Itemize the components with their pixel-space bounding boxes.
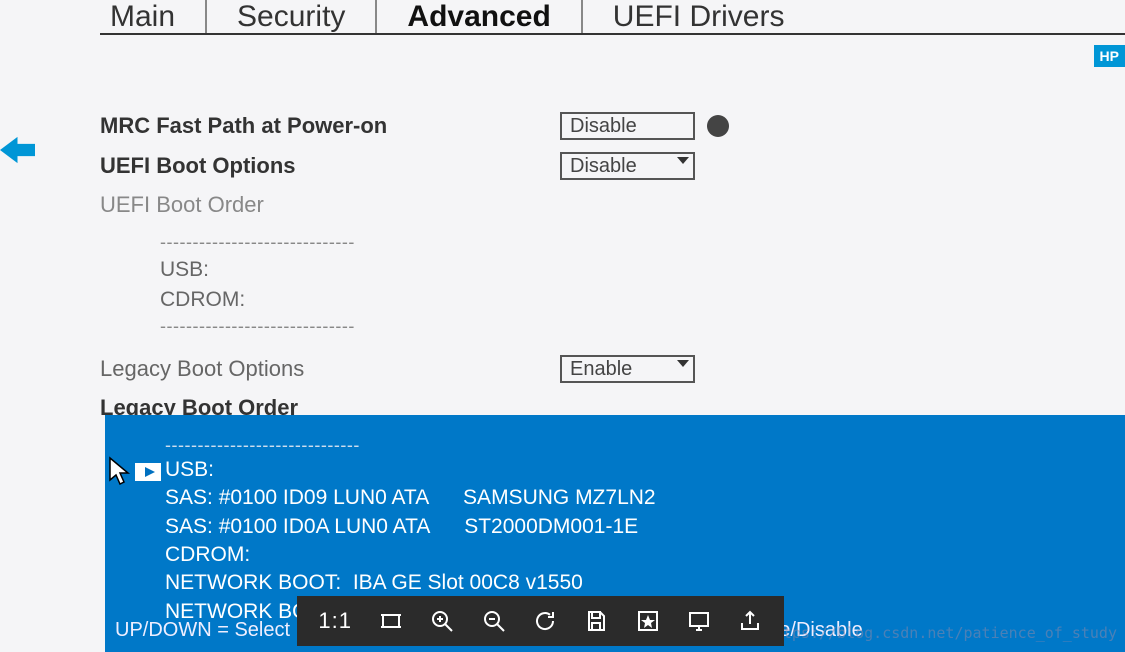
legacy-boot-options-label: Legacy Boot Options: [100, 356, 560, 382]
list-item[interactable]: NETWORK BOOT: IBA GE Slot 00C8 v1550: [165, 569, 1115, 597]
zoom-ratio-button[interactable]: 1:1: [317, 606, 353, 636]
separator-dashes: ------------------------------: [160, 230, 410, 255]
mrc-fast-path-label: MRC Fast Path at Power-on: [100, 113, 560, 139]
chevron-down-icon: [677, 157, 689, 164]
screenshot-toolbar: 1:1: [297, 596, 784, 646]
rotate-icon[interactable]: [531, 606, 558, 636]
crop-icon[interactable]: [377, 606, 404, 636]
list-item: USB:: [160, 255, 1125, 284]
tab-uefi-drivers[interactable]: UEFI Drivers: [581, 0, 815, 33]
zoom-in-icon[interactable]: [429, 606, 456, 636]
tab-main[interactable]: Main: [100, 0, 205, 33]
back-arrow-icon[interactable]: [0, 135, 35, 165]
star-icon[interactable]: [634, 606, 661, 636]
help-icon[interactable]: [707, 115, 729, 137]
uefi-boot-options-value: Disable: [570, 155, 637, 178]
separator-dashes: ------------------------------: [165, 435, 415, 456]
advanced-content: MRC Fast Path at Power-on Disable UEFI B…: [100, 112, 1125, 421]
zoom-out-icon[interactable]: [480, 606, 507, 636]
list-item[interactable]: USB:: [165, 456, 1115, 484]
chevron-down-icon: [677, 360, 689, 367]
list-item[interactable]: SAS: #0100 ID0A LUN0 ATA ST2000DM001-1E: [165, 513, 1115, 541]
selection-marker-icon: [135, 463, 161, 481]
separator-dashes: ------------------------------: [160, 314, 410, 339]
tab-advanced[interactable]: Advanced: [375, 0, 580, 33]
list-item[interactable]: CDROM:: [165, 541, 1115, 569]
share-icon[interactable]: [737, 606, 764, 636]
uefi-boot-options-dropdown[interactable]: Disable: [560, 152, 695, 180]
bios-tabs: Main Security Advanced UEFI Drivers: [100, 0, 1125, 35]
list-item[interactable]: SAS: #0100 ID09 LUN0 ATA SAMSUNG MZ7LN2: [165, 484, 1115, 512]
uefi-boot-order-list: ------------------------------ USB: CDRO…: [160, 230, 1125, 339]
uefi-boot-order-label: UEFI Boot Order: [100, 192, 560, 218]
legacy-boot-options-dropdown[interactable]: Enable: [560, 355, 695, 383]
legacy-boot-options-value: Enable: [570, 358, 632, 381]
screen-icon[interactable]: [685, 606, 712, 636]
brand-badge: HP: [1094, 45, 1125, 67]
list-item: CDROM:: [160, 285, 1125, 314]
tab-security[interactable]: Security: [205, 0, 375, 33]
mrc-fast-path-value: Disable: [570, 115, 637, 138]
uefi-boot-options-label: UEFI Boot Options: [100, 153, 560, 179]
watermark-text: https://blog.csdn.net/patience_of_study: [765, 624, 1117, 642]
mrc-fast-path-dropdown[interactable]: Disable: [560, 112, 695, 140]
save-icon[interactable]: [583, 606, 610, 636]
